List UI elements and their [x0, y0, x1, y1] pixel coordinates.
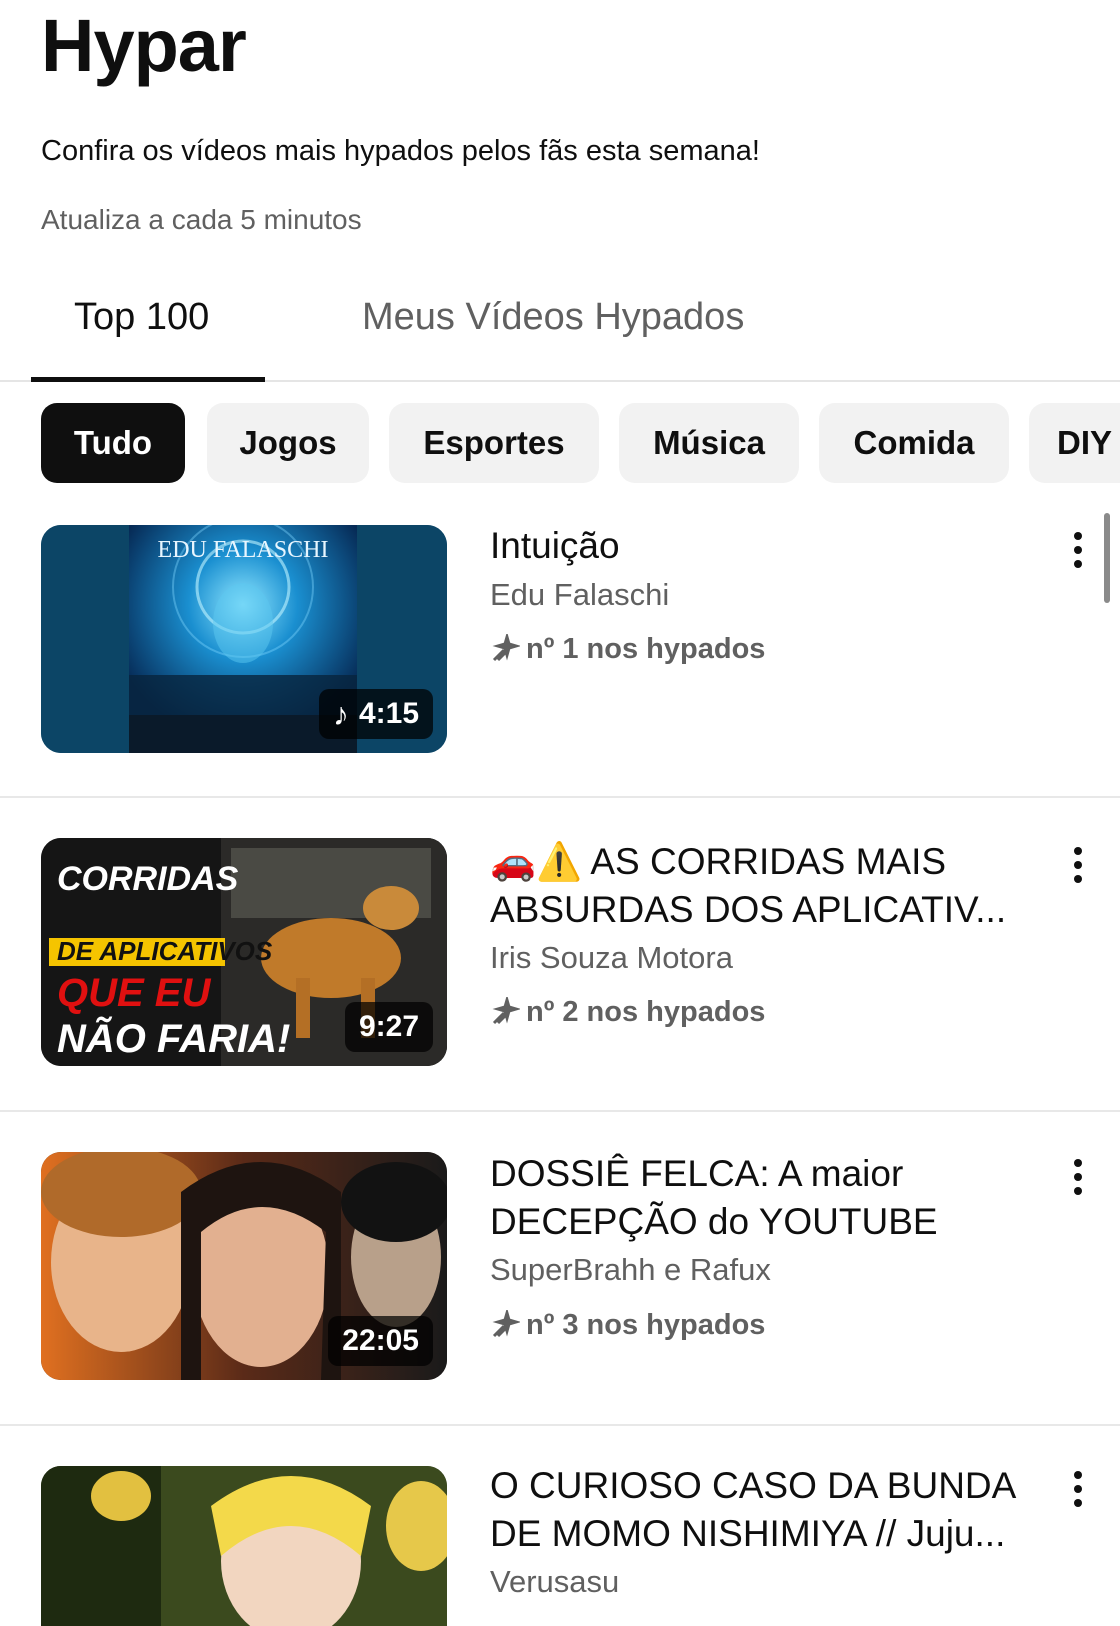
- hype-rank: nº 2 nos hypados: [490, 993, 765, 1031]
- video-title[interactable]: O CURIOSO CASO DA BUNDA DE MOMO NISHIMIY…: [490, 1462, 1050, 1558]
- update-note: Atualiza a cada 5 minutos: [41, 204, 362, 235]
- divider: [0, 1110, 1120, 1112]
- thumb-text-line: NÃO FARIA!: [57, 1015, 290, 1061]
- channel-name[interactable]: Verusasu: [490, 1562, 619, 1602]
- thumb-text-line: QUE EU: [57, 971, 211, 1015]
- tab-bar: Top 100 Meus Vídeos Hypados: [0, 270, 1120, 382]
- video-duration-badge: ♪ 4:15: [318, 689, 433, 739]
- hype-rank: nº 3 nos hypados: [490, 1306, 765, 1344]
- chip-all[interactable]: Tudo: [41, 403, 185, 483]
- page-title: Hypar: [41, 4, 247, 87]
- video-title[interactable]: DOSSIÊ FELCA: A maior DECEPÇÃO do YOUTUB…: [490, 1150, 1050, 1246]
- tab-my-hyped-videos[interactable]: Meus Vídeos Hypados: [362, 294, 744, 340]
- thumb-text-line: DE APLICATIVOS: [57, 936, 273, 966]
- video-duration-badge: 9:27: [344, 1002, 433, 1052]
- video-thumbnail[interactable]: [41, 1466, 447, 1626]
- video-title[interactable]: 🚗⚠️ AS CORRIDAS MAIS ABSURDAS DOS APLICA…: [490, 838, 1050, 934]
- chip-food[interactable]: Comida: [819, 403, 1009, 483]
- more-options-icon[interactable]: [1066, 530, 1090, 570]
- chip-music[interactable]: Música: [619, 403, 799, 483]
- more-options-icon[interactable]: [1066, 845, 1090, 885]
- video-title[interactable]: Intuição: [490, 522, 1050, 570]
- tab-top-100[interactable]: Top 100: [74, 294, 209, 340]
- duration-text: 22:05: [342, 1324, 419, 1357]
- more-options-icon[interactable]: [1066, 1157, 1090, 1197]
- hype-rank-text: nº 3 nos hypados: [526, 1309, 766, 1341]
- video-thumbnail[interactable]: EDU FALASCHI ♪ 4:15: [41, 525, 447, 753]
- channel-name[interactable]: Edu Falaschi: [490, 575, 669, 615]
- video-thumbnail[interactable]: 22:05: [41, 1152, 447, 1380]
- video-duration-badge: 22:05: [328, 1316, 433, 1366]
- hype-sparkle-icon: [492, 997, 520, 1025]
- thumb-artist-text: EDU FALASCHI: [158, 537, 329, 563]
- active-tab-indicator: [31, 377, 265, 382]
- divider: [0, 1424, 1120, 1426]
- thumb-text-line: CORRIDAS: [57, 860, 239, 898]
- chip-games[interactable]: Jogos: [207, 403, 369, 483]
- video-thumbnail[interactable]: CORRIDAS DE APLICATIVOS QUE EU NÃO FARIA…: [41, 838, 447, 1066]
- music-note-icon: ♪: [332, 696, 349, 732]
- hype-sparkle-icon: [492, 634, 520, 662]
- hype-rank: nº 1 nos hypados: [490, 630, 765, 668]
- chip-diy[interactable]: DIY: [1029, 403, 1120, 483]
- duration-text: 9:27: [358, 1010, 419, 1043]
- scrollbar[interactable]: [1104, 513, 1110, 603]
- duration-text: 4:15: [358, 697, 419, 730]
- page-subtitle: Confira os vídeos mais hypados pelos fãs…: [41, 135, 760, 167]
- hype-sparkle-icon: [492, 1310, 520, 1338]
- divider: [0, 796, 1120, 798]
- hype-rank-text: nº 2 nos hypados: [526, 996, 766, 1028]
- category-chips: Tudo Jogos Esportes Música Comida DIY: [41, 403, 1120, 483]
- channel-name[interactable]: Iris Souza Motora: [490, 938, 733, 978]
- hype-rank-text: nº 1 nos hypados: [526, 633, 766, 665]
- thumbnail-image: [41, 1466, 447, 1626]
- chip-sports[interactable]: Esportes: [389, 403, 599, 483]
- more-options-icon[interactable]: [1066, 1469, 1090, 1509]
- channel-name[interactable]: SuperBrahh e Rafux: [490, 1250, 771, 1290]
